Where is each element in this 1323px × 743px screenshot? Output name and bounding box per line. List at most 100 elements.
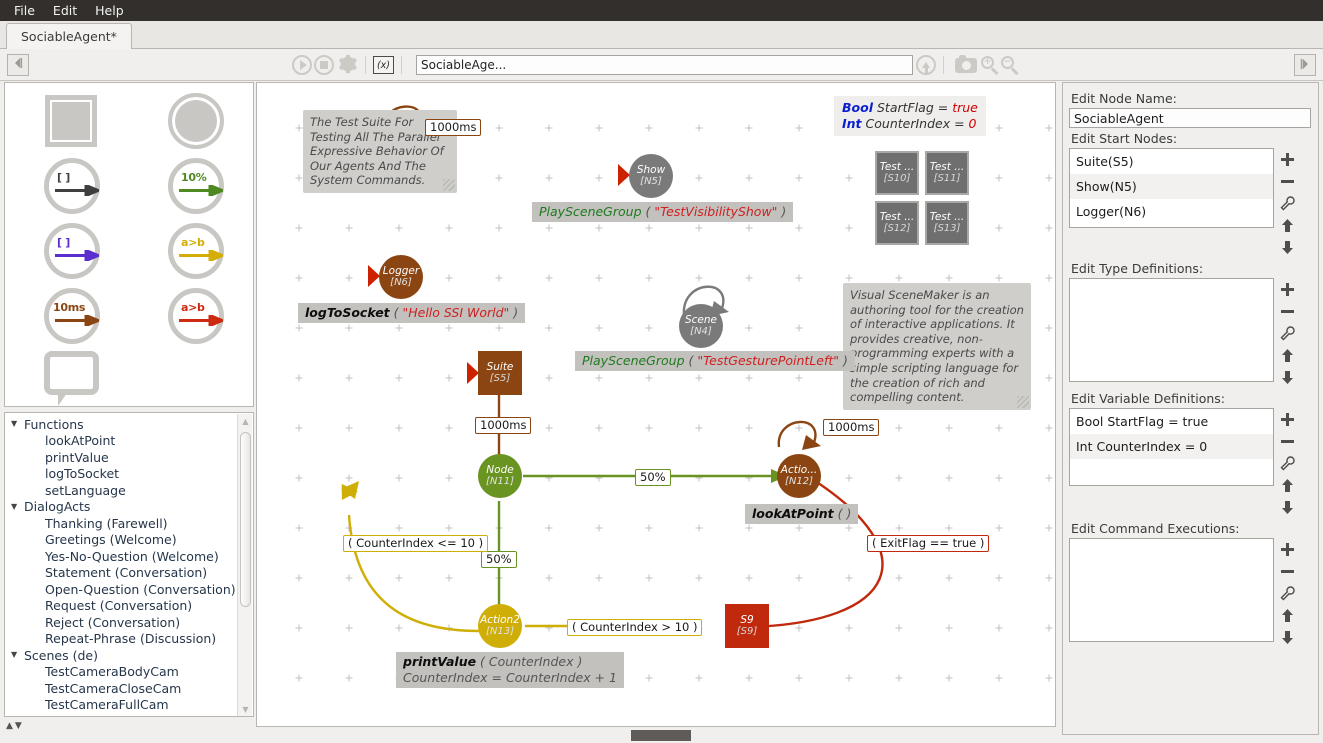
- add-start-node-button[interactable]: [1277, 148, 1297, 170]
- tree-item-logtosocket[interactable]: logToSocket: [5, 466, 253, 483]
- palette-supernode[interactable]: [45, 95, 97, 147]
- move-variable-up-button[interactable]: [1277, 474, 1297, 496]
- scroll-up-icon[interactable]: ▲: [241, 417, 250, 426]
- tree-item-testcamerabodycam[interactable]: TestCameraBodyCam: [5, 664, 253, 681]
- command-action2[interactable]: printValue ( CounterIndex ) CounterIndex…: [396, 652, 624, 688]
- node-logger[interactable]: Logger [N6]: [379, 255, 423, 299]
- camera-icon[interactable]: [955, 54, 977, 73]
- node-show[interactable]: Show [N5]: [629, 154, 673, 198]
- settings-button[interactable]: [336, 53, 358, 78]
- command-logger[interactable]: logToSocket ( "Hello SSI World" ): [298, 303, 526, 323]
- tree-item-statement[interactable]: Statement (Conversation): [5, 565, 253, 582]
- edge-label-prob-50-down[interactable]: 50%: [481, 551, 517, 568]
- edit-start-node-button[interactable]: [1277, 192, 1297, 214]
- type-definitions-list[interactable]: [1069, 278, 1274, 382]
- tree-scrollbar[interactable]: ▲ ▼: [237, 414, 252, 716]
- palette-basicnode[interactable]: [168, 93, 224, 149]
- resize-grip-icon[interactable]: [443, 178, 455, 191]
- zoom-in-button[interactable]: +: [981, 55, 1000, 75]
- add-command-button[interactable]: [1277, 538, 1297, 560]
- node-s11[interactable]: Test ... [S11]: [925, 151, 969, 195]
- menu-item-help[interactable]: Help: [87, 2, 132, 20]
- move-command-down-button[interactable]: [1277, 626, 1297, 648]
- tree-item-greetings[interactable]: Greetings (Welcome): [5, 532, 253, 549]
- canvas-horizontal-scrollbar[interactable]: [256, 729, 1056, 742]
- palette-epsilon-edge[interactable]: [ ]: [44, 158, 100, 214]
- node-action2[interactable]: Action2 [N13]: [478, 604, 522, 648]
- tree-item-setlanguage[interactable]: setLanguage: [5, 482, 253, 499]
- tree-group-scenes[interactable]: ▼ Scenes (de): [5, 647, 253, 664]
- remove-variable-button[interactable]: [1277, 430, 1297, 452]
- tree-group-functions[interactable]: ▼ Functions: [5, 416, 253, 433]
- resize-grip-icon[interactable]: [1017, 395, 1029, 408]
- variable-def-item[interactable]: Int CounterIndex = 0: [1070, 434, 1273, 459]
- edge-label-n12-timeout[interactable]: 1000ms: [823, 419, 880, 436]
- tree-item-testcameraclosecam[interactable]: TestCameraCloseCam: [5, 680, 253, 697]
- node-n12[interactable]: Actio... [N12]: [777, 454, 821, 498]
- command-show[interactable]: PlaySceneGroup ( "TestVisibilityShow" ): [532, 202, 794, 222]
- start-node-item[interactable]: Suite(S5): [1070, 149, 1273, 174]
- tree-item-open-question[interactable]: Open-Question (Conversation): [5, 581, 253, 598]
- stop-button[interactable]: [314, 55, 334, 75]
- toolbar-forward-button[interactable]: [1294, 54, 1316, 76]
- remove-start-node-button[interactable]: [1277, 170, 1297, 192]
- palette-comment[interactable]: [44, 351, 99, 406]
- node-s13[interactable]: Test ... [S13]: [925, 201, 969, 245]
- move-start-node-down-button[interactable]: [1277, 236, 1297, 258]
- variables-button[interactable]: (x): [373, 56, 394, 74]
- canvas-scrollbar-thumb[interactable]: [631, 730, 691, 741]
- start-node-item[interactable]: Logger(N6): [1070, 199, 1273, 224]
- node-n11[interactable]: Node [N11]: [478, 454, 522, 498]
- canvas-surface[interactable]: The Test Suite For Testing All The Paral…: [257, 83, 1055, 726]
- node-name-input[interactable]: SociableAgent: [1069, 108, 1311, 128]
- start-node-item[interactable]: Show(N5): [1070, 174, 1273, 199]
- palette-interruptive-edge[interactable]: a>b: [168, 288, 224, 344]
- edit-type-button[interactable]: [1277, 322, 1297, 344]
- tree-item-testcamerafullcam[interactable]: TestCameraFullCam: [5, 697, 253, 714]
- tab-sociableagent[interactable]: SociableAgent*: [6, 23, 132, 49]
- toolbar-back-button[interactable]: [7, 53, 29, 76]
- move-type-up-button[interactable]: [1277, 344, 1297, 366]
- play-button[interactable]: [292, 55, 312, 75]
- move-type-down-button[interactable]: [1277, 366, 1297, 388]
- menu-item-edit[interactable]: Edit: [45, 2, 85, 20]
- palette-fork-edge[interactable]: [ ]: [44, 223, 100, 279]
- move-command-up-button[interactable]: [1277, 604, 1297, 626]
- move-start-node-up-button[interactable]: [1277, 214, 1297, 236]
- remove-command-button[interactable]: [1277, 560, 1297, 582]
- command-executions-list[interactable]: [1069, 538, 1274, 642]
- variable-display-box[interactable]: Bool StartFlag = true Int CounterIndex =…: [834, 96, 986, 136]
- sort-down-icon[interactable]: ▼: [15, 721, 22, 731]
- edge-label-logger-timeout[interactable]: 1000ms: [425, 119, 482, 136]
- tree-item-printvalue[interactable]: printValue: [5, 449, 253, 466]
- node-suite[interactable]: Suite [S5]: [478, 351, 522, 395]
- scenemaker-canvas[interactable]: The Test Suite For Testing All The Paral…: [256, 82, 1056, 727]
- command-n12[interactable]: lookAtPoint ( ): [745, 504, 859, 524]
- edge-label-cond-exit[interactable]: ( ExitFlag == true ): [867, 535, 990, 552]
- start-nodes-list[interactable]: Suite(S5) Show(N5) Logger(N6): [1069, 148, 1274, 228]
- level-up-button[interactable]: [916, 55, 936, 75]
- zoom-out-button[interactable]: −: [1001, 55, 1020, 75]
- tree-item-lookatpoint[interactable]: lookAtPoint: [5, 433, 253, 450]
- edge-label-suite-timeout[interactable]: 1000ms: [475, 417, 532, 434]
- move-variable-down-button[interactable]: [1277, 496, 1297, 518]
- command-scene[interactable]: PlaySceneGroup ( "TestGesturePointLeft" …: [575, 351, 855, 371]
- node-scene[interactable]: Scene [N4]: [679, 304, 723, 348]
- tree-scrollbar-thumb[interactable]: [240, 432, 251, 607]
- tree-item-thanking[interactable]: Thanking (Farewell): [5, 515, 253, 532]
- node-s12[interactable]: Test ... [S12]: [875, 201, 919, 245]
- tree-item-repeat-phrase[interactable]: Repeat-Phrase (Discussion): [5, 631, 253, 648]
- comment-scenemaker[interactable]: Visual SceneMaker is an authoring tool f…: [843, 283, 1031, 410]
- node-s10[interactable]: Test ... [S10]: [875, 151, 919, 195]
- edit-command-button[interactable]: [1277, 582, 1297, 604]
- add-variable-button[interactable]: [1277, 408, 1297, 430]
- edit-variable-button[interactable]: [1277, 452, 1297, 474]
- variable-def-item[interactable]: Bool StartFlag = true: [1070, 409, 1273, 434]
- edge-label-prob-50-right[interactable]: 50%: [635, 469, 671, 486]
- scroll-down-icon[interactable]: ▼: [241, 705, 250, 714]
- menu-item-file[interactable]: File: [6, 2, 43, 20]
- palette-timeout-edge[interactable]: 10ms: [44, 288, 100, 344]
- palette-probability-edge[interactable]: 10%: [168, 158, 224, 214]
- path-field[interactable]: SociableAge...: [416, 55, 913, 75]
- tree-group-dialogacts[interactable]: ▼ DialogActs: [5, 499, 253, 516]
